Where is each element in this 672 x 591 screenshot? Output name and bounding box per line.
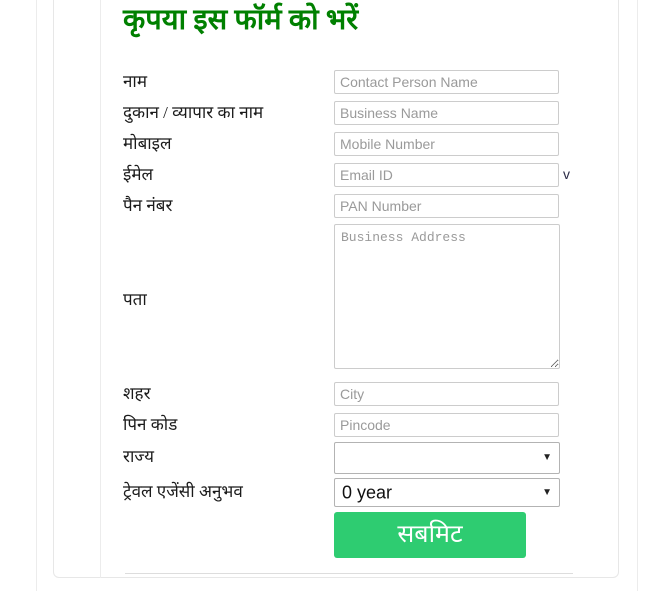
pan-number-input[interactable] xyxy=(334,194,559,218)
page-title: कृपया इस फॉर्म को भरें xyxy=(123,4,359,36)
pincode-input[interactable] xyxy=(334,413,559,437)
label-state: राज्य xyxy=(123,447,154,466)
label-pan-number: पैन नंबर xyxy=(123,196,173,215)
contact-person-name-input[interactable] xyxy=(334,70,559,94)
label-pincode: पिन कोड xyxy=(123,415,178,434)
business-name-input[interactable] xyxy=(334,101,559,125)
label-business-name: दुकान / व्यापार का नाम xyxy=(123,103,264,122)
chevron-down-icon: ▼ xyxy=(542,452,552,463)
business-address-textarea[interactable] xyxy=(334,224,560,369)
experience-select-value: 0 year xyxy=(342,482,393,502)
state-select[interactable]: ▼ xyxy=(334,442,560,474)
label-city: शहर xyxy=(123,384,151,403)
email-id-input[interactable] xyxy=(334,163,559,187)
form-content: कृपया इस फॉर्म को भरें नाम दुकान / व्याप… xyxy=(0,0,672,591)
page-root: कृपया इस फॉर्म को भरें नाम दुकान / व्याप… xyxy=(0,0,672,591)
submit-button[interactable]: सबमिट xyxy=(334,512,526,558)
bottom-divider xyxy=(125,573,573,574)
label-email: ईमेल xyxy=(123,165,154,184)
experience-select[interactable]: 0 year ▼ xyxy=(334,478,560,507)
label-name: नाम xyxy=(123,72,148,91)
label-address: पता xyxy=(123,290,147,309)
stray-text-marker: v xyxy=(563,166,570,182)
mobile-number-input[interactable] xyxy=(334,132,559,156)
label-mobile: मोबाइल xyxy=(123,134,172,153)
city-input[interactable] xyxy=(334,382,559,406)
chevron-down-icon: ▼ xyxy=(542,486,552,498)
label-travel-agency-experience: ट्रेवल एजेंसी अनुभव xyxy=(123,482,243,501)
